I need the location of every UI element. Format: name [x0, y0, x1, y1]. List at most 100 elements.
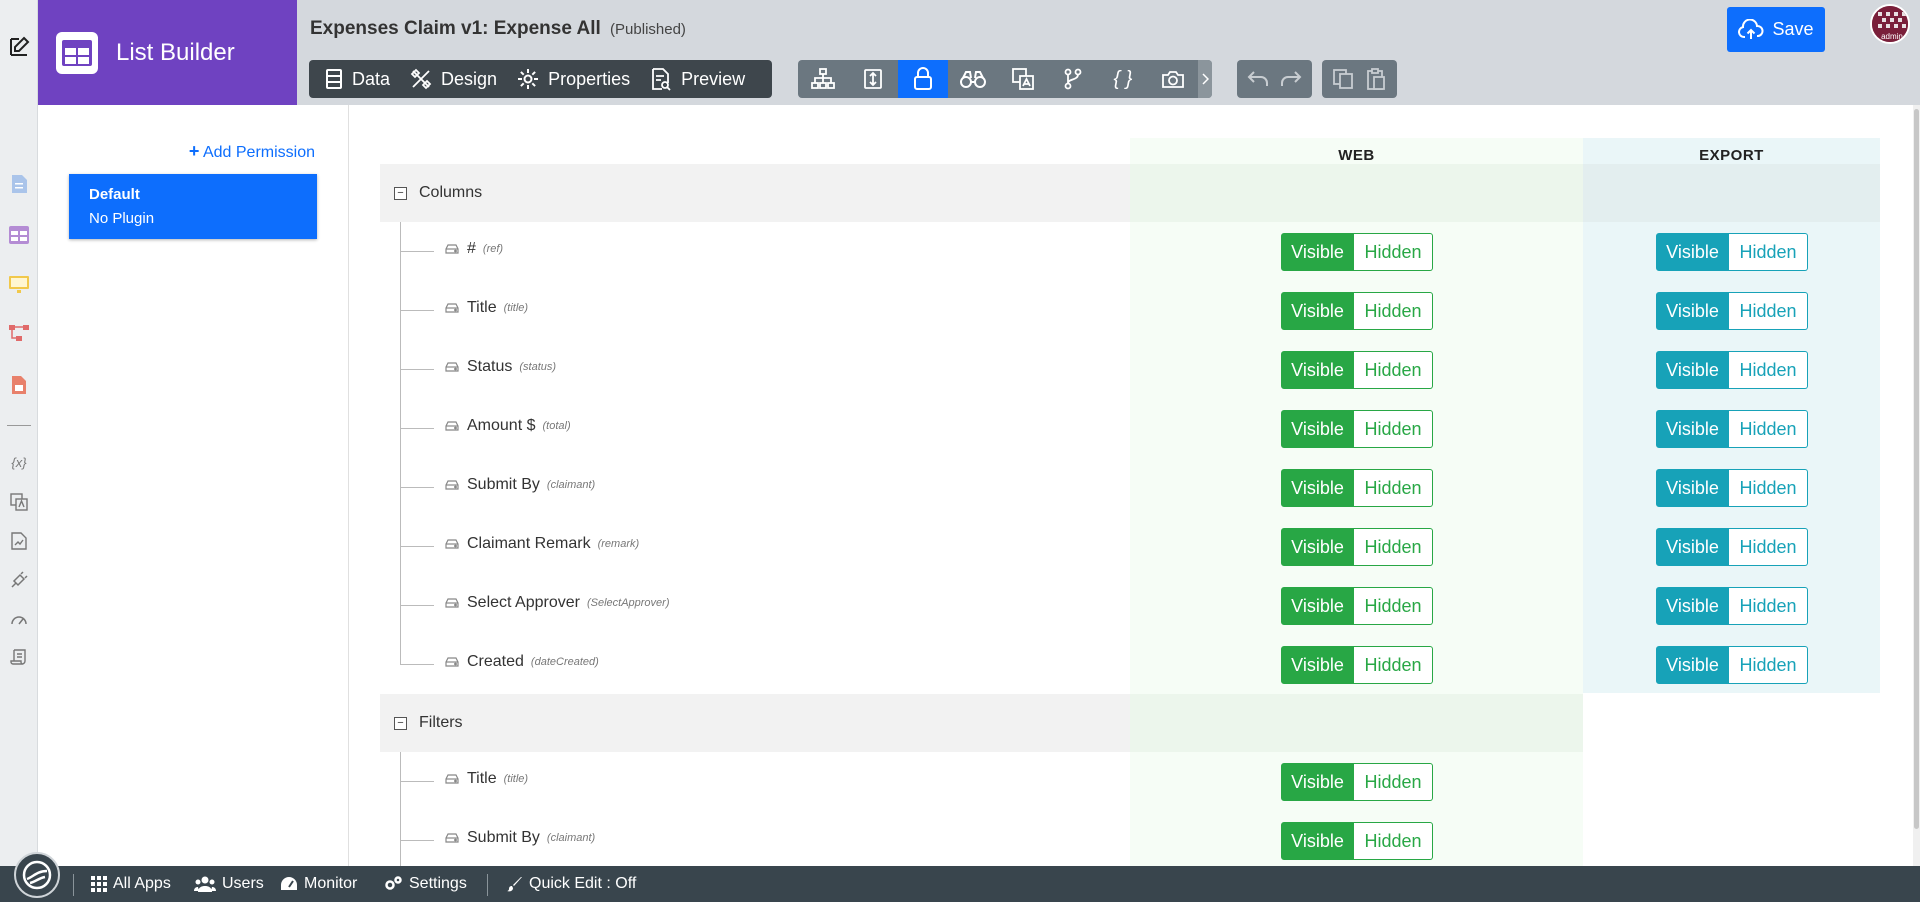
- permission-plugin: No Plugin: [89, 210, 155, 227]
- footer-quick-edit[interactable]: Quick Edit : Off: [507, 875, 636, 893]
- export-visible-option[interactable]: Visible: [1656, 587, 1729, 625]
- export-visible-option[interactable]: Visible: [1656, 646, 1729, 684]
- list-builder-logo-icon: [56, 31, 98, 74]
- web-visible-option[interactable]: Visible: [1281, 646, 1354, 684]
- web-visible-option[interactable]: Visible: [1281, 763, 1354, 801]
- web-hidden-option[interactable]: Hidden: [1354, 292, 1433, 330]
- gears-icon: [385, 876, 402, 890]
- export-visible-option[interactable]: Visible: [1656, 469, 1729, 507]
- web-visible-option[interactable]: Visible: [1281, 410, 1354, 448]
- binoculars-button[interactable]: [948, 60, 998, 98]
- main-content: + Add Permission Default No Plugin WEB E…: [38, 105, 1920, 870]
- field-row: Status (status) Visible Hidden Visible Hidden: [380, 340, 1880, 399]
- collapse-toggle-icon[interactable]: −: [394, 186, 407, 200]
- web-visible-option[interactable]: Visible: [1281, 587, 1354, 625]
- footer-all-apps-label: All Apps: [113, 875, 171, 892]
- paste-button[interactable]: [1360, 60, 1392, 98]
- field-name: Amount $: [467, 417, 536, 434]
- edit-icon[interactable]: [6, 34, 32, 60]
- branch-button[interactable]: [1048, 60, 1098, 98]
- import-export-button[interactable]: [848, 60, 898, 98]
- variable-icon[interactable]: {x}: [6, 449, 32, 475]
- web-hidden-option[interactable]: Hidden: [1354, 763, 1433, 801]
- document-status: (Published): [610, 21, 686, 38]
- performance-icon[interactable]: [6, 606, 32, 632]
- field-name: Title: [467, 770, 497, 787]
- export-visible-option[interactable]: Visible: [1656, 233, 1729, 271]
- export-visibility-toggle: Visible Hidden: [1656, 351, 1808, 389]
- permission-grid: WEB EXPORT − Columns # (ref) Visible Hidden Vi…: [380, 138, 1880, 870]
- web-visible-option[interactable]: Visible: [1281, 233, 1354, 271]
- plugin-icon[interactable]: [6, 567, 32, 593]
- web-visible-option[interactable]: Visible: [1281, 351, 1354, 389]
- web-hidden-option[interactable]: Hidden: [1354, 528, 1433, 566]
- vertical-scrollbar[interactable]: [1913, 105, 1920, 866]
- scrollbar-thumb[interactable]: [1914, 109, 1919, 829]
- lang-icon[interactable]: [6, 489, 32, 515]
- web-hidden-option[interactable]: Hidden: [1354, 351, 1433, 389]
- web-hidden-option[interactable]: Hidden: [1354, 469, 1433, 507]
- collapse-toggle-icon[interactable]: −: [394, 716, 407, 730]
- field-name: Created: [467, 653, 524, 670]
- tab-design[interactable]: Design: [400, 60, 507, 98]
- export-visible-option[interactable]: Visible: [1656, 351, 1729, 389]
- web-hidden-option[interactable]: Hidden: [1354, 646, 1433, 684]
- redo-button[interactable]: [1275, 60, 1307, 98]
- web-visible-option[interactable]: Visible: [1281, 469, 1354, 507]
- tab-preview[interactable]: Preview: [640, 60, 755, 98]
- sitemap-button[interactable]: [798, 60, 848, 98]
- permissions-button[interactable]: [898, 60, 948, 98]
- sitemap-icon: [811, 68, 835, 89]
- export-visibility-toggle: Visible Hidden: [1656, 646, 1808, 684]
- export-hidden-option[interactable]: Hidden: [1729, 410, 1808, 448]
- web-hidden-option[interactable]: Hidden: [1354, 587, 1433, 625]
- export-visible-option[interactable]: Visible: [1656, 528, 1729, 566]
- permission-item-default[interactable]: Default No Plugin: [69, 174, 317, 239]
- form-icon[interactable]: [6, 171, 32, 197]
- mode-tabs: Data Design Properties Preview: [309, 60, 772, 98]
- flow-icon[interactable]: [6, 320, 32, 346]
- report-icon[interactable]: [6, 372, 32, 398]
- script-braces-button[interactable]: { }: [1098, 60, 1148, 98]
- add-permission-button[interactable]: + Add Permission: [189, 141, 315, 162]
- export-hidden-option[interactable]: Hidden: [1729, 469, 1808, 507]
- export-hidden-option[interactable]: Hidden: [1729, 351, 1808, 389]
- export-hidden-option[interactable]: Hidden: [1729, 646, 1808, 684]
- tab-data[interactable]: Data: [315, 60, 400, 98]
- export-visible-option[interactable]: Visible: [1656, 292, 1729, 330]
- export-hidden-option[interactable]: Hidden: [1729, 292, 1808, 330]
- avatar[interactable]: admin: [1870, 4, 1910, 44]
- camera-button[interactable]: [1148, 60, 1198, 98]
- script-icon[interactable]: [6, 644, 32, 670]
- footer-monitor[interactable]: Monitor: [280, 875, 357, 893]
- translate-button[interactable]: [998, 60, 1048, 98]
- footer-settings[interactable]: Settings: [383, 875, 467, 893]
- dashboard-icon[interactable]: [6, 272, 32, 298]
- export-hidden-option[interactable]: Hidden: [1729, 587, 1808, 625]
- field-name: Submit By: [467, 476, 540, 493]
- binoculars-icon: [960, 71, 986, 88]
- web-hidden-option[interactable]: Hidden: [1354, 822, 1433, 860]
- toolbar-more-button[interactable]: [1198, 60, 1212, 98]
- field-row: Select Approver (SelectApprover) Visible Hi…: [380, 576, 1880, 635]
- list-icon[interactable]: [6, 222, 32, 248]
- home-logo-button[interactable]: [14, 852, 60, 898]
- web-visible-option[interactable]: Visible: [1281, 528, 1354, 566]
- save-button[interactable]: Save: [1727, 7, 1825, 52]
- export-hidden-option[interactable]: Hidden: [1729, 233, 1808, 271]
- web-visible-option[interactable]: Visible: [1281, 292, 1354, 330]
- web-hidden-option[interactable]: Hidden: [1354, 410, 1433, 448]
- export-visible-option[interactable]: Visible: [1656, 410, 1729, 448]
- web-visible-option[interactable]: Visible: [1281, 822, 1354, 860]
- preview-document-icon: [652, 68, 671, 91]
- file-chart-icon[interactable]: [6, 528, 32, 554]
- footer-users[interactable]: Users: [194, 875, 264, 893]
- web-hidden-option[interactable]: Hidden: [1354, 233, 1433, 271]
- footer-all-apps[interactable]: All Apps: [91, 875, 171, 893]
- field-id: (claimant): [546, 832, 596, 844]
- tab-properties[interactable]: Properties: [507, 60, 640, 98]
- copy-button[interactable]: [1327, 60, 1359, 98]
- undo-button[interactable]: [1242, 60, 1274, 98]
- export-hidden-option[interactable]: Hidden: [1729, 528, 1808, 566]
- field-name: Title: [467, 299, 497, 316]
